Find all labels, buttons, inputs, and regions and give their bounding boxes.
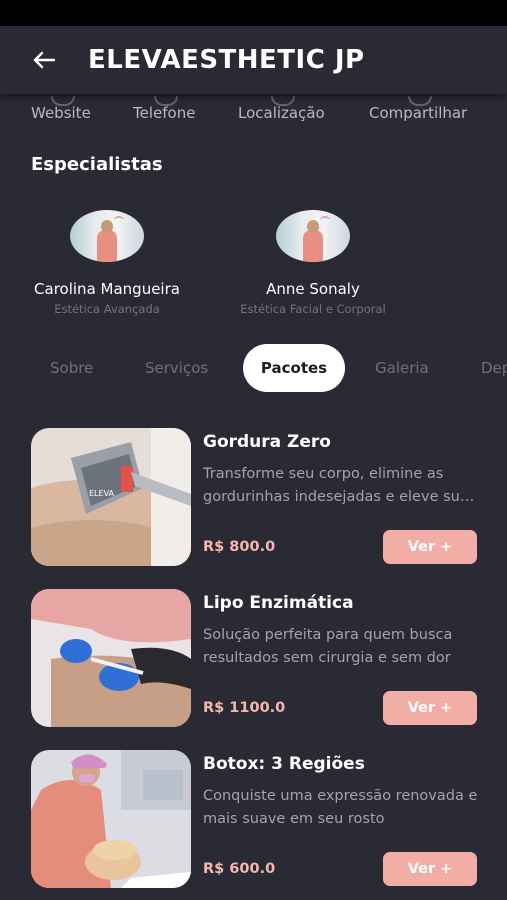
page-title: ELEVAESTHETIC JP <box>88 45 365 75</box>
package-description: Conquiste uma expressão renovada e mais … <box>203 788 478 827</box>
specialist-role: Estética Facial e Corporal <box>240 302 386 316</box>
package-title: Lipo Enzimática <box>203 593 354 613</box>
action-label: Compartilhar <box>369 104 468 122</box>
package-image <box>31 589 191 727</box>
tab-sobre[interactable]: Sobre <box>50 359 93 377</box>
specialist-name: Carolina Mangueira <box>34 280 180 298</box>
package-card[interactable]: ELEVA Gordura Zero Transforme seu corpo,… <box>31 428 479 566</box>
tab-bar: Sobre Serviços Pacotes Galeria Depoiment… <box>0 344 507 392</box>
package-card[interactable]: Lipo Enzimática Solução perfeita para qu… <box>31 589 479 727</box>
action-label: Telefone <box>133 104 196 122</box>
specialist-name: Anne Sonaly <box>266 280 360 298</box>
tab-pacotes[interactable]: Pacotes <box>243 344 345 392</box>
action-label: Website <box>31 104 91 122</box>
phone-action[interactable]: Telefone <box>133 96 196 122</box>
tab-galeria[interactable]: Galeria <box>375 359 429 377</box>
location-action[interactable]: Localização <box>238 96 325 122</box>
avatar <box>276 210 350 262</box>
package-description: Transforme seu corpo, elimine as gorduri… <box>203 466 469 505</box>
svg-text:ELEVA: ELEVA <box>89 489 115 498</box>
specialists-title: Especialistas <box>31 154 163 175</box>
package-image: ELEVA <box>31 428 191 566</box>
view-more-button[interactable]: Ver + <box>383 852 477 886</box>
specialist-card[interactable]: Anne Sonaly Estética Facial e Corporal <box>213 210 413 316</box>
tab-servicos[interactable]: Serviços <box>145 359 208 377</box>
back-button[interactable] <box>22 38 66 82</box>
package-description: Solução perfeita para quem busca resulta… <box>203 627 453 666</box>
package-price: R$ 800.0 <box>203 539 276 555</box>
arrow-left-icon <box>33 51 55 69</box>
tab-depoimentos[interactable]: Depoimentos <box>481 359 507 377</box>
package-image <box>31 750 191 888</box>
website-action[interactable]: Website <box>31 96 91 122</box>
avatar <box>70 210 144 262</box>
app-bar: ELEVAESTHETIC JP <box>0 26 507 94</box>
action-label: Localização <box>238 104 325 122</box>
specialist-card[interactable]: Carolina Mangueira Estética Avançada <box>7 210 207 316</box>
view-more-button[interactable]: Ver + <box>383 691 477 725</box>
package-price: R$ 1100.0 <box>203 700 286 716</box>
view-more-button[interactable]: Ver + <box>383 530 477 564</box>
package-card[interactable]: Botox: 3 Regiões Conquiste uma expressão… <box>31 750 479 888</box>
package-price: R$ 600.0 <box>203 861 276 877</box>
status-bar <box>0 0 507 26</box>
action-row: Website Telefone Localização Compartilha… <box>0 96 507 132</box>
package-title: Botox: 3 Regiões <box>203 754 365 774</box>
share-action[interactable]: Compartilhar <box>369 96 468 122</box>
package-title: Gordura Zero <box>203 432 331 452</box>
specialist-role: Estética Avançada <box>54 302 160 316</box>
